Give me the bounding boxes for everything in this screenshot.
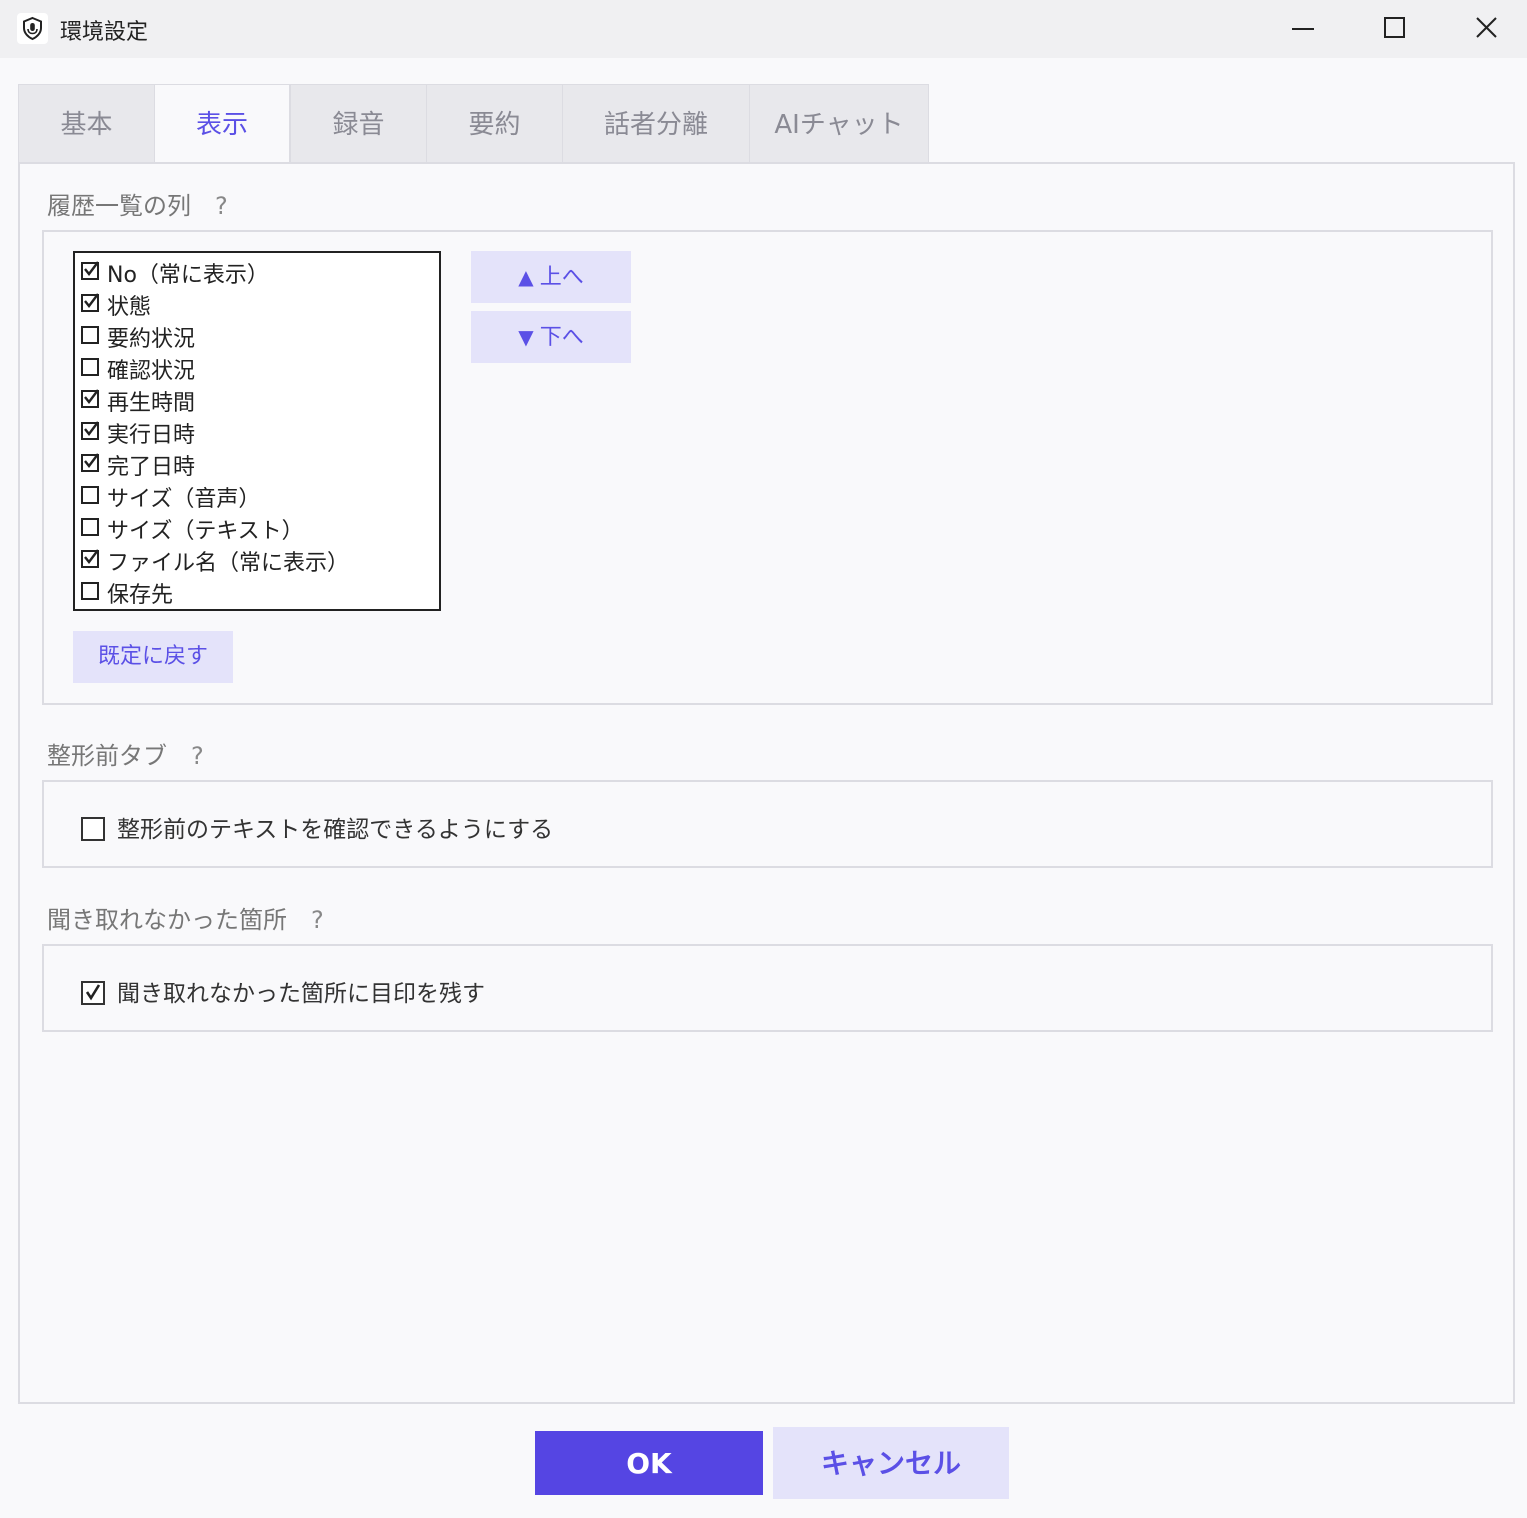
column-item-checkbox[interactable] <box>81 582 99 600</box>
close-button[interactable] <box>1440 0 1527 58</box>
preformat-section-title-text: 整形前タブ <box>47 742 167 770</box>
column-item-review-status[interactable]: 確認状況 <box>81 353 196 384</box>
column-item-checkbox[interactable] <box>81 549 99 568</box>
tab-ai-chat[interactable]: AIチャット <box>749 84 929 162</box>
column-item-label: サイズ（テキスト） <box>107 519 304 544</box>
columns-help-icon[interactable]: ? <box>215 192 228 220</box>
move-down-button[interactable]: ▼ 下へ <box>471 311 631 363</box>
preformat-help-icon[interactable]: ? <box>191 742 204 770</box>
column-item-label: 状態 <box>107 295 152 320</box>
inaudible-section-title-text: 聞き取れなかった箇所 <box>47 906 287 934</box>
checkmark-icon <box>84 549 99 564</box>
column-item-status[interactable]: 状態 <box>81 289 152 320</box>
column-item-save-location[interactable]: 保存先 <box>81 577 174 608</box>
column-item-checkbox[interactable] <box>81 421 99 440</box>
ok-button[interactable]: OK <box>535 1431 763 1495</box>
column-item-checkbox[interactable] <box>81 453 99 472</box>
checkmark-icon <box>84 293 99 308</box>
column-item-size-text[interactable]: サイズ（テキスト） <box>81 513 304 544</box>
column-item-checkbox[interactable] <box>81 261 99 280</box>
maximize-icon <box>1384 17 1405 38</box>
checkmark-icon <box>84 261 99 276</box>
checkmark-icon <box>84 453 99 468</box>
column-item-no[interactable]: No（常に表示） <box>81 257 269 288</box>
preformat-checkbox[interactable] <box>81 816 105 841</box>
preformat-option-label: 整形前のテキストを確認できるようにする <box>117 817 554 843</box>
column-item-checkbox[interactable] <box>81 293 99 312</box>
minimize-button[interactable] <box>1256 0 1348 58</box>
move-up-label: 上へ <box>539 265 584 290</box>
columns-section-title: 履歴一覧の列? <box>47 186 228 221</box>
column-item-label: ファイル名（常に表示） <box>107 551 350 576</box>
cancel-button[interactable]: キャンセル <box>773 1427 1009 1499</box>
reset-default-button[interactable]: 既定に戻す <box>73 631 233 683</box>
columns-checklist[interactable]: No（常に表示） 状態 要約状況 確認状況 再生時間 実行日時 完了日時 サイズ… <box>73 251 441 611</box>
column-item-duration[interactable]: 再生時間 <box>81 385 196 416</box>
title-bar: 環境設定 <box>0 0 1527 58</box>
preformat-option[interactable]: 整形前のテキストを確認できるようにする <box>81 810 553 844</box>
triangle-up-icon: ▲ <box>518 265 534 289</box>
checkmark-icon <box>84 421 99 436</box>
minimize-icon <box>1292 28 1314 30</box>
column-item-summary-status[interactable]: 要約状況 <box>81 321 196 352</box>
preformat-section-title: 整形前タブ? <box>47 736 204 771</box>
column-item-label: 再生時間 <box>107 391 196 416</box>
shield-mic-icon <box>17 13 48 44</box>
column-item-filename[interactable]: ファイル名（常に表示） <box>81 545 350 576</box>
tab-recording[interactable]: 録音 <box>290 84 427 162</box>
tab-basic[interactable]: 基本 <box>18 84 155 162</box>
column-item-checkbox[interactable] <box>81 518 99 536</box>
column-item-label: 要約状況 <box>107 327 196 352</box>
column-item-checkbox[interactable] <box>81 389 99 408</box>
move-down-label: 下へ <box>539 325 584 350</box>
column-item-run-datetime[interactable]: 実行日時 <box>81 417 196 448</box>
inaudible-section-title: 聞き取れなかった箇所? <box>47 900 324 935</box>
column-item-label: 実行日時 <box>107 423 196 448</box>
checkmark-icon <box>85 983 101 1000</box>
window-title: 環境設定 <box>60 20 149 45</box>
tab-summary[interactable]: 要約 <box>426 84 563 162</box>
inaudible-option-label: 聞き取れなかった箇所に目印を残す <box>117 981 485 1007</box>
tab-speaker-separation[interactable]: 話者分離 <box>562 84 750 162</box>
maximize-button[interactable] <box>1348 0 1440 58</box>
inaudible-help-icon[interactable]: ? <box>311 906 324 934</box>
tab-display[interactable]: 表示 <box>154 84 290 166</box>
column-item-label: サイズ（音声） <box>107 487 261 512</box>
column-item-label: 保存先 <box>107 583 174 608</box>
column-item-label: 完了日時 <box>107 455 196 480</box>
column-item-size-audio[interactable]: サイズ（音声） <box>81 481 261 512</box>
close-icon <box>1476 17 1497 38</box>
inaudible-checkbox[interactable] <box>81 980 105 1005</box>
column-item-completed-datetime[interactable]: 完了日時 <box>81 449 196 480</box>
inaudible-option[interactable]: 聞き取れなかった箇所に目印を残す <box>81 974 485 1008</box>
move-up-button[interactable]: ▲ 上へ <box>471 251 631 303</box>
column-item-label: 確認状況 <box>107 359 196 384</box>
column-item-checkbox[interactable] <box>81 486 99 504</box>
column-item-checkbox[interactable] <box>81 358 99 376</box>
triangle-down-icon: ▼ <box>518 325 534 349</box>
columns-section-title-text: 履歴一覧の列 <box>47 192 191 220</box>
column-item-checkbox[interactable] <box>81 326 99 344</box>
column-item-label: No（常に表示） <box>107 263 269 288</box>
checkmark-icon <box>84 389 99 404</box>
